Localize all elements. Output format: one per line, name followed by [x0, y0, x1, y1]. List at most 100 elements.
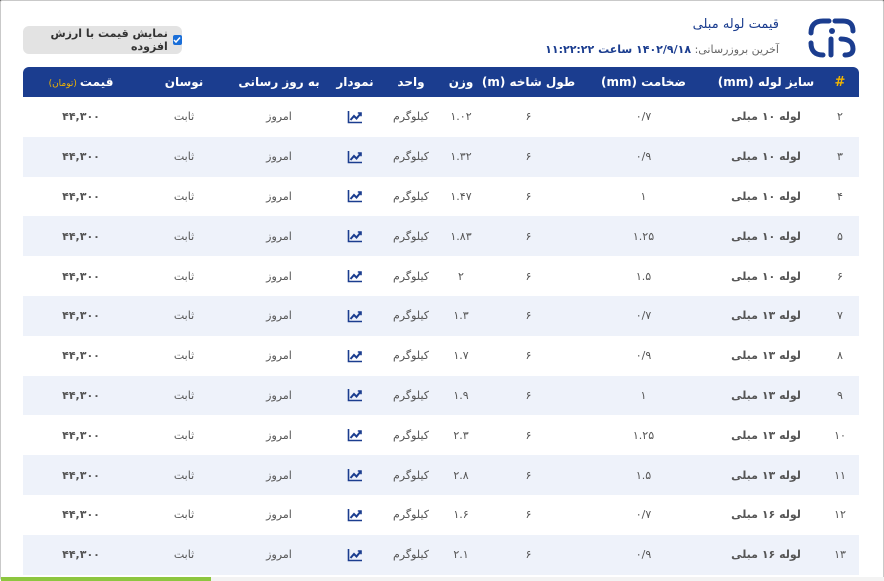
change-value: ثابت — [173, 508, 195, 522]
weight-value: ۲.۳ — [453, 428, 469, 442]
row-index: ۶ — [837, 269, 843, 283]
table-row: ۱۱ لوله ۱۳ مبلی ۱.۵ ۶ ۲.۸ کیلوگرم امروز ثابت ۴۴,… — [23, 455, 859, 495]
pipe-size: لوله ۱۰ مبلی — [731, 150, 801, 164]
chart-link[interactable] — [329, 336, 381, 376]
thickness-value: ۰/۹ — [635, 548, 652, 562]
line-chart-icon[interactable] — [347, 110, 363, 124]
table-row: ۳ لوله ۱۰ مبلی ۰/۹ ۶ ۱.۳۲ کیلوگرم امروز ثابت ۴۴,… — [23, 136, 859, 177]
pipe-size: لوله ۱۳ مبلی — [731, 309, 801, 323]
thickness-value: ۱.۲۵ — [632, 428, 655, 442]
unit-value: کیلوگرم — [393, 349, 429, 363]
line-chart-icon[interactable] — [347, 428, 363, 442]
page-title: قیمت لوله مبلی — [692, 17, 779, 32]
last-update-value: ۱۴۰۲/۹/۱۸ ساعت ۱۱:۲۲:۲۲ — [545, 43, 692, 56]
price-value: ۴۴,۳۰۰ — [62, 229, 100, 243]
change-value: ثابت — [173, 309, 195, 323]
chart-link[interactable] — [329, 137, 381, 177]
bottom-scroll-indicator — [1, 577, 884, 581]
line-chart-icon[interactable] — [347, 388, 363, 402]
unit-value: کیلوگرم — [393, 150, 429, 164]
checkbox-checked-icon[interactable] — [172, 35, 182, 45]
col-header-index: # — [821, 67, 859, 97]
thickness-value: ۰/۷ — [635, 110, 652, 124]
line-chart-icon[interactable] — [347, 309, 363, 323]
length-value: ۶ — [525, 468, 532, 482]
chart-link[interactable] — [329, 256, 381, 296]
chart-link[interactable] — [329, 296, 381, 336]
update-value: امروز — [266, 349, 292, 363]
weight-value: ۱.۰۲ — [450, 110, 472, 124]
pipe-size: لوله ۱۰ مبلی — [731, 269, 801, 283]
unit-value: کیلوگرم — [393, 468, 429, 482]
line-chart-icon[interactable] — [347, 269, 363, 283]
price-value: ۴۴,۳۰۰ — [62, 189, 100, 203]
row-index: ۱۳ — [834, 548, 846, 562]
length-value: ۶ — [525, 548, 532, 562]
row-index: ۱۲ — [834, 508, 846, 522]
line-chart-icon[interactable] — [347, 508, 363, 522]
length-value: ۶ — [525, 428, 532, 442]
chart-link[interactable] — [329, 495, 381, 535]
change-value: ثابت — [173, 349, 195, 363]
line-chart-icon[interactable] — [347, 229, 363, 243]
price-value: ۴۴,۳۰۰ — [62, 150, 100, 164]
price-value: ۴۴,۳۰۰ — [62, 269, 100, 283]
chart-link[interactable] — [329, 216, 381, 256]
pipe-size: لوله ۱۳ مبلی — [731, 388, 801, 402]
chart-link[interactable] — [329, 376, 381, 416]
thickness-value: ۱.۵ — [635, 468, 652, 482]
line-chart-icon[interactable] — [347, 150, 363, 164]
weight-value: ۱.۴۷ — [450, 189, 472, 203]
vat-toggle-button[interactable]: نمایش قیمت با ارزش افزوده — [23, 26, 182, 54]
table-header-row: # سایز لوله (mm) ضخامت (mm) طول شاخه (m)… — [23, 67, 859, 97]
pipe-size: لوله ۱۰ مبلی — [731, 110, 801, 124]
row-index: ۷ — [837, 309, 843, 323]
chart-link[interactable] — [329, 177, 381, 217]
last-update: آخرین بروزرسانی: ۱۴۰۲/۹/۱۸ ساعت ۱۱:۲۲:۲۲ — [545, 43, 779, 56]
length-value: ۶ — [525, 229, 532, 243]
price-value: ۴۴,۳۰۰ — [62, 508, 100, 522]
chart-link[interactable] — [329, 97, 381, 137]
col-header-length: طول شاخه (m) — [481, 67, 576, 97]
change-value: ثابت — [173, 468, 195, 482]
col-header-price-label: قیمت — [79, 75, 114, 89]
unit-value: کیلوگرم — [393, 388, 429, 402]
pipe-size: لوله ۱۶ مبلی — [731, 508, 801, 522]
chart-link[interactable] — [329, 455, 381, 495]
weight-value: ۲.۸ — [453, 468, 469, 482]
price-value: ۴۴,۳۰۰ — [62, 548, 100, 562]
row-index: ۳ — [837, 150, 843, 164]
price-table: # سایز لوله (mm) ضخامت (mm) طول شاخه (m)… — [23, 67, 859, 575]
weight-value: ۲.۱ — [453, 548, 469, 562]
last-update-label: آخرین بروزرسانی: — [694, 43, 779, 56]
line-chart-icon[interactable] — [347, 189, 363, 203]
change-value: ثابت — [173, 150, 195, 164]
change-value: ثابت — [173, 269, 195, 283]
col-header-update: به روز رسانی — [229, 67, 329, 97]
col-header-size: سایز لوله (mm) — [711, 67, 821, 97]
length-value: ۶ — [525, 150, 532, 164]
length-value: ۶ — [525, 269, 532, 283]
table-row: ۶ لوله ۱۰ مبلی ۱.۵ ۶ ۲ کیلوگرم امروز ثابت ۴۴,۳۰۰ — [23, 256, 859, 296]
length-value: ۶ — [525, 508, 532, 522]
chart-link[interactable] — [329, 415, 381, 455]
unit-value: کیلوگرم — [393, 110, 429, 124]
col-header-unit: واحد — [381, 67, 441, 97]
pipe-size: لوله ۱۶ مبلی — [731, 548, 801, 562]
line-chart-icon[interactable] — [347, 468, 363, 482]
line-chart-icon[interactable] — [347, 548, 363, 562]
pipe-size: لوله ۱۳ مبلی — [731, 468, 801, 482]
thickness-value: ۰/۷ — [635, 508, 652, 522]
update-value: امروز — [266, 309, 292, 323]
pipe-size: لوله ۱۳ مبلی — [731, 428, 801, 442]
thickness-value: ۱.۵ — [635, 269, 652, 283]
length-value: ۶ — [525, 189, 532, 203]
change-value: ثابت — [173, 548, 195, 562]
update-value: امروز — [266, 388, 292, 402]
line-chart-icon[interactable] — [347, 349, 363, 363]
length-value: ۶ — [525, 349, 532, 363]
thickness-value: ۱ — [640, 189, 647, 203]
chart-link[interactable] — [329, 535, 381, 575]
unit-value: کیلوگرم — [393, 189, 429, 203]
row-index: ۱۱ — [834, 468, 846, 482]
